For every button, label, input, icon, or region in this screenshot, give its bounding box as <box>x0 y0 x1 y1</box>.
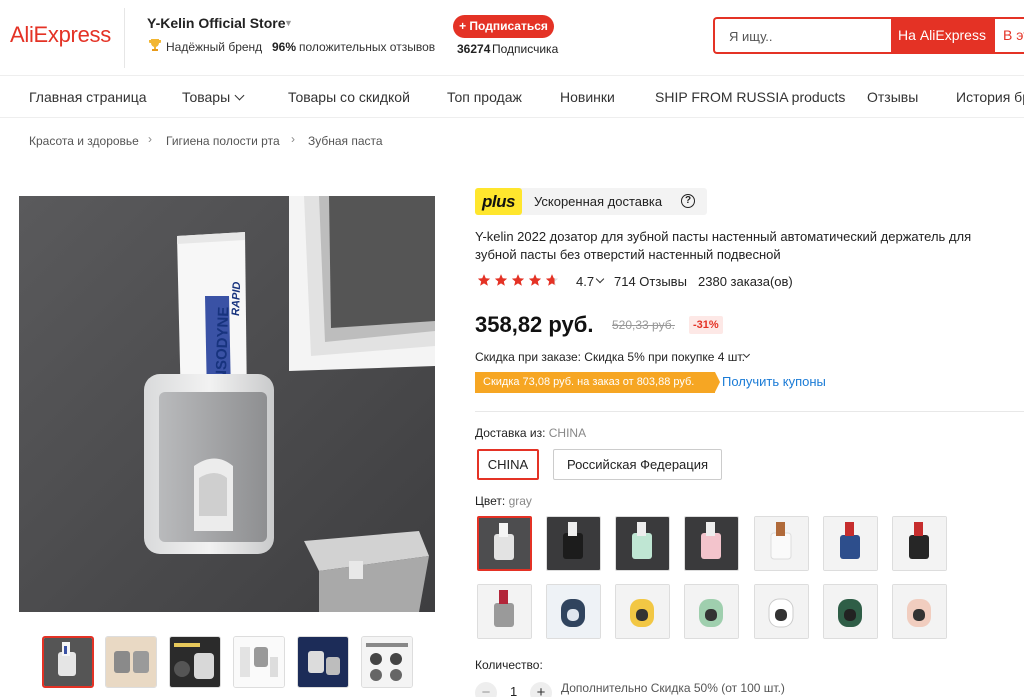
star-icon <box>511 274 525 286</box>
quantity-value[interactable]: 1 <box>510 684 517 697</box>
ship-from-label: Доставка из: CHINA <box>475 426 586 440</box>
subscribe-button[interactable]: + Подписаться <box>453 15 554 38</box>
color-swatch-white-black[interactable] <box>754 584 809 639</box>
quantity-label: Количество: <box>475 658 543 672</box>
color-label: Цвет: gray <box>475 494 532 508</box>
subscribers-count: 36274 <box>457 42 491 56</box>
nav-item-label: Топ продаж <box>447 89 522 105</box>
store-name[interactable]: Y-Kelin Official Store <box>147 15 285 31</box>
color-swatch-black[interactable] <box>546 516 601 571</box>
tube-sub-text: RAPID <box>230 281 243 316</box>
color-swatch-dark-green[interactable] <box>823 584 878 639</box>
old-price: 520,33 руб. <box>612 318 675 332</box>
star-icon <box>477 274 491 286</box>
nav-item-label: Новинки <box>560 89 615 105</box>
search-in-store-button[interactable]: В этом <box>993 17 1024 54</box>
ship-option-russia[interactable]: Российская Федерация <box>553 449 722 480</box>
coupon-tag: Скидка 73,08 руб. на заказ от 803,88 руб… <box>475 372 720 393</box>
color-swatch-white-brown[interactable] <box>754 516 809 571</box>
color-swatch-mint[interactable] <box>684 584 739 639</box>
color-swatch-gray[interactable] <box>477 516 532 571</box>
fast-delivery-badge[interactable]: plus Ускоренная доставка ? <box>475 188 707 215</box>
chevron-right-icon: › <box>148 132 152 146</box>
fast-delivery-label: Ускоренная доставка <box>534 194 663 209</box>
store-nav: Главная страница Товары Товары со скидко… <box>0 77 1024 118</box>
search-aliexpress-button[interactable]: На AliExpress <box>891 17 993 54</box>
thumbnail[interactable] <box>297 636 349 688</box>
thumbnail[interactable] <box>361 636 413 688</box>
plus-logo: plus <box>475 188 522 215</box>
chevron-down-icon[interactable] <box>595 274 605 284</box>
chevron-down-icon <box>234 90 245 101</box>
thumbnail[interactable] <box>169 636 221 688</box>
breadcrumb-item[interactable]: Красота и здоровье <box>29 134 139 148</box>
color-swatch-navy[interactable] <box>546 584 601 639</box>
nav-item-label: История бренда <box>956 89 1024 105</box>
bulk-discount-info: Дополнительно Скидка 50% (от 100 шт.) <box>561 681 785 695</box>
nav-item-sale[interactable]: Товары со скидкой <box>288 89 410 105</box>
quantity-decrease-button[interactable]: − <box>475 682 497 697</box>
product-title: Y-kelin 2022 дозатор для зубной пасты на… <box>475 229 972 262</box>
positive-feedback-percent: 96% <box>272 40 297 54</box>
thumbnail[interactable] <box>105 636 157 688</box>
reviews-count[interactable]: 714 Отзывы <box>614 274 687 289</box>
rating-value[interactable]: 4.7 <box>576 274 594 289</box>
chevron-right-icon: › <box>291 132 295 146</box>
order-discount-info[interactable]: Скидка при заказе: Скидка 5% при покупке… <box>475 350 745 364</box>
ship-option-china[interactable]: CHINA <box>477 449 539 480</box>
nav-item-products[interactable]: Товары <box>182 89 245 105</box>
color-swatch-yellow[interactable] <box>615 584 670 639</box>
nav-item-home[interactable]: Главная страница <box>29 89 147 105</box>
color-value: gray <box>508 494 532 508</box>
color-swatch-peach[interactable] <box>892 584 947 639</box>
nav-item-new[interactable]: Новинки <box>560 89 615 105</box>
nav-item-ship-from-russia[interactable]: SHIP FROM RUSSIA products <box>655 89 845 105</box>
thumbnail[interactable] <box>233 636 285 688</box>
nav-item-label: Товары <box>182 89 231 105</box>
question-icon[interactable]: ? <box>681 194 695 208</box>
color-swatch-green[interactable] <box>615 516 670 571</box>
aliexpress-logo[interactable]: AliExpress <box>10 22 111 48</box>
nav-item-top-selling[interactable]: Топ продаж <box>447 89 522 105</box>
store-header: AliExpress Y-Kelin Official Store ▼ Надё… <box>0 0 1024 76</box>
product-photo: SENSODYNE RAPID <box>19 196 435 612</box>
ship-from-value: CHINA <box>548 426 587 440</box>
nav-item-brand-story[interactable]: История бренда <box>956 89 1024 105</box>
discount-badge: -31% <box>689 316 723 334</box>
product-main-image[interactable]: SENSODYNE RAPID <box>19 196 435 612</box>
star-icon <box>528 274 542 286</box>
orders-count: 2380 заказа(ов) <box>698 274 793 289</box>
color-text: Цвет: <box>475 494 506 508</box>
color-swatch-red-gray[interactable] <box>477 584 532 639</box>
positive-feedback-label: положительных отзывов <box>299 40 436 54</box>
star-icon <box>494 274 508 286</box>
breadcrumb-item[interactable]: Гигиена полости рта <box>166 134 280 148</box>
trusted-brand-label: Надёжный бренд <box>166 40 263 54</box>
quantity-increase-button[interactable]: + <box>530 682 552 697</box>
thumbnail[interactable] <box>42 636 94 688</box>
color-swatch-pink[interactable] <box>684 516 739 571</box>
search-box <box>713 17 891 54</box>
nav-item-label: Отзывы <box>867 89 919 105</box>
nav-item-label: SHIP FROM RUSSIA products <box>655 89 846 105</box>
half-star-icon <box>545 274 559 286</box>
nav-item-label: Главная страница <box>29 89 147 105</box>
caret-down-icon[interactable]: ▼ <box>284 18 293 28</box>
breadcrumb-item[interactable]: Зубная паста <box>308 134 383 148</box>
color-swatch-blue-red[interactable] <box>823 516 878 571</box>
divider <box>475 411 1024 412</box>
header-divider <box>124 8 125 68</box>
color-swatch-red-black[interactable] <box>892 516 947 571</box>
subscribers-label: Подписчика <box>492 42 559 56</box>
search-input[interactable] <box>729 26 879 46</box>
get-coupons-link[interactable]: Получить купоны <box>722 374 826 389</box>
ship-from-text: Доставка из: <box>475 426 546 440</box>
current-price: 358,82 руб. <box>475 312 594 337</box>
trophy-icon <box>149 39 161 51</box>
nav-item-label: Товары со скидкой <box>288 89 410 105</box>
nav-item-reviews[interactable]: Отзывы <box>867 89 918 105</box>
